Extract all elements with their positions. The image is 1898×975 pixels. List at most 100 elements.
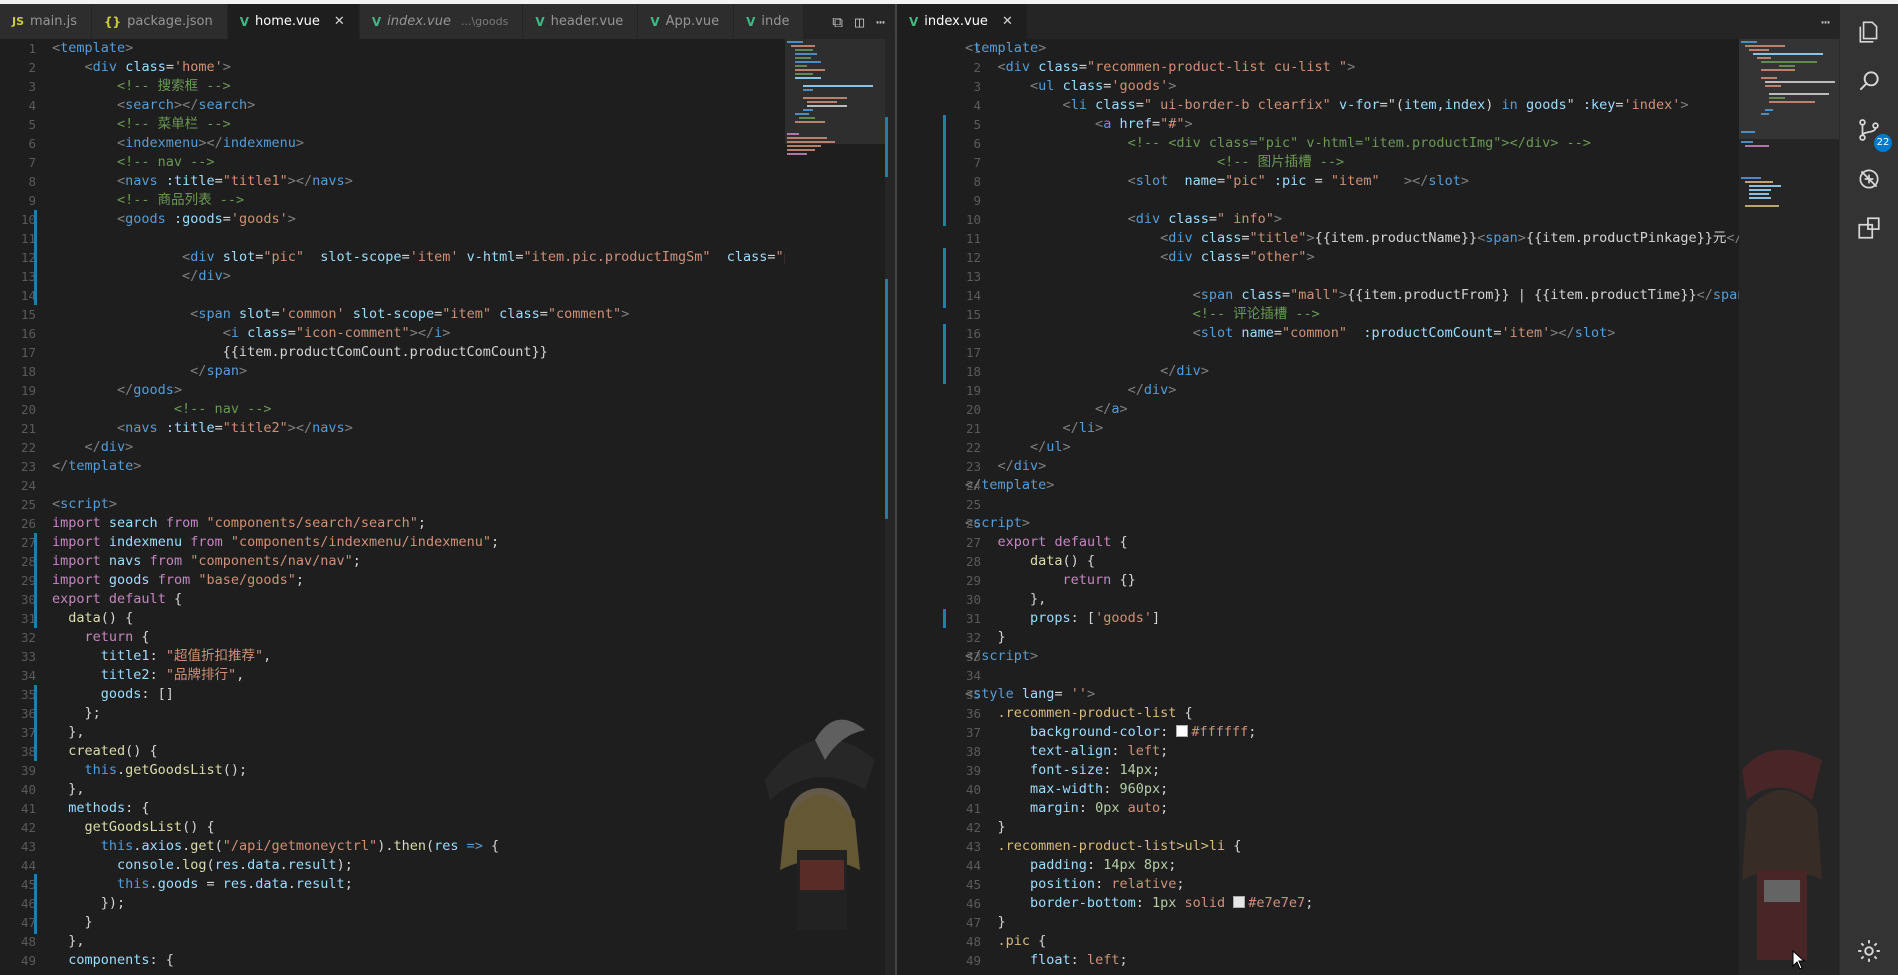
code-line[interactable]: }, bbox=[52, 780, 785, 799]
code-line[interactable]: </div> bbox=[52, 438, 785, 457]
code-line[interactable]: <span slot='common' slot-scope="item" cl… bbox=[52, 305, 785, 324]
code-line[interactable]: </div> bbox=[965, 362, 1739, 381]
code-line[interactable]: .pic { bbox=[965, 932, 1739, 951]
source-control-icon[interactable]: 22 bbox=[1840, 106, 1898, 154]
code-line[interactable]: }, bbox=[965, 590, 1739, 609]
code-line[interactable]: <!-- nav --> bbox=[52, 400, 785, 419]
code-line[interactable]: import goods from "base/goods"; bbox=[52, 571, 785, 590]
search-icon[interactable] bbox=[1840, 57, 1898, 105]
code-line[interactable]: return {} bbox=[965, 571, 1739, 590]
color-swatch[interactable] bbox=[1233, 896, 1246, 908]
code-line[interactable]: import search from "components/search/se… bbox=[52, 514, 785, 533]
code-line[interactable]: <!-- 图片插槽 --> bbox=[965, 153, 1739, 172]
code-line[interactable]: </li> bbox=[965, 419, 1739, 438]
left-scrollbar[interactable] bbox=[885, 39, 895, 975]
code-line[interactable]: data() { bbox=[52, 609, 785, 628]
close-tab-icon[interactable]: ✕ bbox=[1002, 14, 1013, 29]
editor-tab[interactable]: Vheader.vue bbox=[523, 4, 639, 39]
code-line[interactable]: <!-- nav --> bbox=[52, 153, 785, 172]
code-line[interactable]: } bbox=[965, 818, 1739, 837]
code-line[interactable]: font-size: 14px; bbox=[965, 761, 1739, 780]
editor-tab[interactable]: V App.vue bbox=[638, 4, 735, 39]
code-line[interactable]: margin: 0px auto; bbox=[965, 799, 1739, 818]
editor-tab[interactable]: Vinde bbox=[734, 4, 805, 39]
code-line[interactable]: </div> bbox=[52, 267, 785, 286]
code-line[interactable]: <!-- 商品列表 --> bbox=[52, 191, 785, 210]
code-line[interactable]: methods: { bbox=[52, 799, 785, 818]
code-line[interactable]: <!-- <div class="pic" v-html="item.produ… bbox=[965, 134, 1739, 153]
code-line[interactable]: export default { bbox=[52, 590, 785, 609]
code-line[interactable]: {{item.productComCount.productComCount}} bbox=[52, 343, 785, 362]
code-line[interactable] bbox=[965, 191, 1739, 210]
code-line[interactable] bbox=[965, 267, 1739, 286]
editor-tab[interactable]: JS main.js bbox=[0, 4, 93, 39]
code-line[interactable]: components: { bbox=[52, 951, 785, 970]
editor-tab[interactable]: Vhome.vue ✕ bbox=[227, 4, 360, 39]
open-changes-icon[interactable]: ⧉ bbox=[832, 13, 843, 31]
more-actions-icon[interactable]: ⋯ bbox=[1821, 13, 1830, 31]
code-line[interactable]: getGoodsList() { bbox=[52, 818, 785, 837]
code-line[interactable]: <script> bbox=[965, 514, 1739, 533]
code-line[interactable]: </template> bbox=[52, 457, 785, 476]
code-line[interactable]: <!-- 评论插槽 --> bbox=[965, 305, 1739, 324]
settings-gear-icon[interactable] bbox=[1840, 927, 1898, 975]
code-line[interactable]: </ul> bbox=[965, 438, 1739, 457]
code-line[interactable]: max-width: 960px; bbox=[965, 780, 1739, 799]
code-line[interactable]: } bbox=[52, 913, 785, 932]
code-line[interactable]: float: left; bbox=[965, 951, 1739, 970]
code-line[interactable]: <ul class='goods'> bbox=[965, 77, 1739, 96]
code-line[interactable]: this.getGoodsList(); bbox=[52, 761, 785, 780]
right-editor-pane[interactable]: 1 2 3 4 5 6 7 8 9 10 11 12 13 14 15 16 17 18 19 20 21 22 23 24 2… bbox=[897, 39, 1739, 975]
code-line[interactable] bbox=[965, 495, 1739, 514]
code-line[interactable]: <li class=" ui-border-b clearfix" v-for=… bbox=[965, 96, 1739, 115]
code-line[interactable]: <script> bbox=[52, 495, 785, 514]
code-line[interactable]: <div class="other"> bbox=[965, 248, 1739, 267]
left-editor-pane[interactable]: 1 2 3 4 5 6 7 8 9 10 11 12 13 14 15 16 17 18 19 20 21 22 23 24 2… bbox=[0, 39, 785, 975]
code-line[interactable]: return { bbox=[52, 628, 785, 647]
code-line[interactable] bbox=[52, 476, 785, 495]
code-line[interactable]: goods: [] bbox=[52, 685, 785, 704]
code-line[interactable]: text-align: left; bbox=[965, 742, 1739, 761]
code-line[interactable]: <indexmenu></indexmenu> bbox=[52, 134, 785, 153]
code-line[interactable]: import navs from "components/nav/nav"; bbox=[52, 552, 785, 571]
explorer-icon[interactable] bbox=[1840, 8, 1898, 56]
code-line[interactable]: <div slot="pic" slot-scope='item' v-html… bbox=[52, 248, 785, 267]
code-line[interactable] bbox=[52, 229, 785, 248]
code-line[interactable]: }); bbox=[52, 894, 785, 913]
code-line[interactable]: <navs :title="title2"></navs> bbox=[52, 419, 785, 438]
code-line[interactable]: background-color: #ffffff; bbox=[965, 723, 1739, 742]
code-line[interactable]: <div class="recommen-product-list cu-lis… bbox=[965, 58, 1739, 77]
code-line[interactable] bbox=[52, 286, 785, 305]
code-line[interactable]: <!-- 菜单栏 --> bbox=[52, 115, 785, 134]
code-line[interactable]: } bbox=[965, 628, 1739, 647]
right-code-area[interactable]: <template> <div class="recommen-product-… bbox=[965, 39, 1739, 970]
code-line[interactable]: </span> bbox=[52, 362, 785, 381]
code-line[interactable]: </script> bbox=[965, 647, 1739, 666]
code-line[interactable]: created() { bbox=[52, 742, 785, 761]
code-line[interactable] bbox=[965, 343, 1739, 362]
code-line[interactable]: <span class="mall">{{item.productFrom}} … bbox=[965, 286, 1739, 305]
code-line[interactable]: </template> bbox=[965, 476, 1739, 495]
split-editor-icon[interactable]: ◫ bbox=[855, 13, 864, 31]
code-line[interactable]: </a> bbox=[965, 400, 1739, 419]
code-line[interactable]: this.axios.get("/api/getmoneyctrl").then… bbox=[52, 837, 785, 856]
color-swatch[interactable] bbox=[1176, 725, 1189, 737]
more-actions-icon[interactable]: ⋯ bbox=[876, 13, 885, 31]
code-line[interactable]: <a href="#"> bbox=[965, 115, 1739, 134]
code-line[interactable]: <template> bbox=[965, 39, 1739, 58]
code-line[interactable]: <template> bbox=[52, 39, 785, 58]
code-line[interactable]: <i class="icon-comment"></i> bbox=[52, 324, 785, 343]
code-line[interactable]: import indexmenu from "components/indexm… bbox=[52, 533, 785, 552]
code-line[interactable]: console.log(res.data.result); bbox=[52, 856, 785, 875]
code-line[interactable]: <div class=" info"> bbox=[965, 210, 1739, 229]
code-line[interactable]: <slot name="common" :productComCount='it… bbox=[965, 324, 1739, 343]
code-line[interactable]: <slot name="pic" :pic = "item" ></slot> bbox=[965, 172, 1739, 191]
code-line[interactable]: position: relative; bbox=[965, 875, 1739, 894]
code-line[interactable]: <navs :title="title1"></navs> bbox=[52, 172, 785, 191]
code-line[interactable]: <!-- 搜索框 --> bbox=[52, 77, 785, 96]
code-line[interactable]: <div class="title">{{item.productName}}<… bbox=[965, 229, 1739, 248]
debug-icon[interactable] bbox=[1840, 155, 1898, 203]
code-line[interactable]: }, bbox=[52, 932, 785, 951]
editor-tab[interactable]: Vindex.vue ✕ bbox=[897, 4, 1028, 39]
code-line[interactable]: } bbox=[965, 913, 1739, 932]
